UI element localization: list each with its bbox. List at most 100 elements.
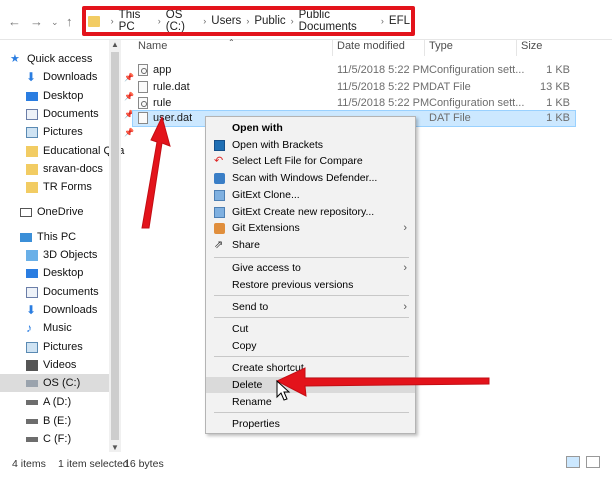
forward-arrow-icon[interactable]: → — [30, 14, 43, 29]
menu-item-open-with-header[interactable]: Open with — [206, 120, 415, 136]
nav-scrollbar[interactable]: ▲ ▼ — [109, 40, 121, 452]
column-header-size[interactable]: Size — [521, 40, 542, 56]
column-header-date[interactable]: Date modified — [337, 40, 405, 56]
menu-item-properties[interactable]: Properties — [206, 416, 415, 432]
nav-item-desktop[interactable]: Desktop 📌 — [26, 87, 134, 105]
column-header-name[interactable]: Name — [138, 40, 167, 56]
navigation-pane: ★ Quick access ⬇ Downloads 📌 Desktop 📌 D… — [0, 40, 134, 455]
nav-item-os-c[interactable]: OS (C:) — [0, 374, 110, 392]
nav-item-downloads-pc[interactable]: ⬇ Downloads — [26, 301, 97, 319]
scroll-down-icon[interactable]: ▼ — [111, 443, 119, 452]
menu-item-give-access[interactable]: Give access to › — [206, 260, 415, 276]
nav-label: 3D Objects — [43, 249, 98, 261]
nav-item-tr-forms[interactable]: TR Forms — [26, 178, 92, 196]
nav-label: OneDrive — [37, 206, 84, 218]
menu-item-send-to[interactable]: Send to › — [206, 299, 415, 315]
status-item-count: 4 items — [12, 458, 46, 470]
nav-item-c-f[interactable]: C (F:) — [26, 430, 71, 448]
menu-item-rename[interactable]: Rename — [206, 394, 415, 410]
menu-item-gitext-clone[interactable]: GitExt Clone... — [206, 187, 415, 203]
nav-label: TR Forms — [43, 181, 92, 193]
menu-item-copy[interactable]: Copy — [206, 338, 415, 354]
details-view-icon[interactable] — [566, 456, 580, 468]
nav-item-documents-pc[interactable]: Documents — [26, 283, 99, 301]
file-size: 1 KB — [546, 112, 570, 124]
nav-item-videos[interactable]: Videos — [26, 356, 76, 374]
scroll-up-icon[interactable]: ▲ — [111, 40, 119, 49]
folder-icon — [26, 163, 38, 175]
column-divider[interactable] — [332, 40, 333, 56]
nav-label: A (D:) — [43, 396, 72, 408]
large-icons-view-icon[interactable] — [586, 456, 600, 468]
nav-item-3d-objects[interactable]: 3D Objects — [26, 246, 97, 264]
drive-icon — [26, 418, 38, 424]
config-file-icon — [138, 64, 148, 76]
menu-item-restore-versions[interactable]: Restore previous versions — [206, 277, 415, 293]
nav-item-sravan-docs[interactable]: sravan-docs — [26, 160, 103, 178]
file-name: rule — [153, 97, 172, 109]
context-menu: Open with Open with Brackets ↶ Select Le… — [205, 116, 416, 434]
nav-label: Documents — [43, 108, 99, 120]
nav-item-pictures-pc[interactable]: Pictures — [26, 338, 83, 356]
file-type: DAT File — [429, 112, 471, 124]
chevron-right-icon: › — [403, 301, 407, 313]
column-divider[interactable] — [424, 40, 425, 56]
back-arrow-icon[interactable]: ← — [8, 14, 21, 29]
status-size: 16 bytes — [124, 458, 164, 470]
nav-onedrive[interactable]: OneDrive — [20, 203, 83, 221]
pin-icon[interactable]: 📌 — [124, 128, 134, 137]
menu-separator — [214, 317, 409, 318]
file-icon — [138, 81, 148, 93]
file-type: DAT File — [429, 81, 471, 93]
nav-item-documents[interactable]: Documents 📌 — [26, 105, 134, 123]
nav-item-music[interactable]: ♪ Music — [26, 319, 72, 337]
status-selected: 1 item selected — [58, 458, 129, 470]
menu-item-create-shortcut[interactable]: Create shortcut — [206, 360, 415, 376]
nav-label: C (F:) — [43, 433, 72, 445]
address-highlight-box — [82, 6, 415, 36]
scrollbar-thumb[interactable] — [111, 52, 119, 440]
chevron-right-icon: › — [403, 262, 407, 274]
nav-label: Downloads — [43, 304, 98, 316]
menu-item-open-with-brackets[interactable]: Open with Brackets — [206, 137, 415, 153]
menu-item-scan-defender[interactable]: Scan with Windows Defender... — [206, 170, 415, 186]
up-arrow-icon[interactable]: ↑ — [66, 14, 73, 29]
nav-label: Pictures — [43, 341, 83, 353]
recent-locations-chevron-icon[interactable]: ⌄ — [51, 17, 59, 28]
documents-icon — [26, 108, 38, 120]
nav-item-b-e[interactable]: B (E:) — [26, 412, 71, 430]
nav-label: Downloads — [43, 71, 98, 83]
nav-label: Pictures — [43, 126, 83, 138]
menu-item-git-extensions[interactable]: Git Extensions › — [206, 220, 415, 236]
pictures-icon — [26, 126, 38, 138]
address-bar: ← → ⌄ ↑ › This PC › OS (C:) › Users › Pu… — [0, 0, 612, 40]
menu-separator — [214, 356, 409, 357]
menu-item-delete[interactable]: Delete — [206, 377, 415, 393]
drive-icon — [26, 436, 38, 442]
gitext-icon — [214, 189, 225, 201]
file-type: Configuration sett... — [429, 64, 525, 76]
nav-label: Videos — [43, 359, 77, 371]
column-divider[interactable] — [516, 40, 517, 56]
nav-label: sravan-docs — [43, 163, 103, 175]
nav-label: Desktop — [43, 90, 84, 102]
menu-item-select-left-compare[interactable]: ↶ Select Left File for Compare — [206, 153, 415, 169]
file-row[interactable]: app 11/5/2018 5:22 PM Configuration sett… — [132, 62, 576, 79]
nav-item-downloads[interactable]: ⬇ Downloads 📌 — [26, 68, 134, 86]
nav-quick-access[interactable]: ★ Quick access — [10, 50, 92, 68]
nav-item-a-d[interactable]: A (D:) — [26, 393, 71, 411]
column-header-type[interactable]: Type — [429, 40, 453, 56]
menu-item-gitext-create-repo[interactable]: GitExt Create new repository... — [206, 204, 415, 220]
file-type: Configuration sett... — [429, 97, 525, 109]
file-size: 13 KB — [540, 81, 570, 93]
nav-item-pictures[interactable]: Pictures 📌 — [26, 123, 134, 141]
menu-item-cut[interactable]: Cut — [206, 321, 415, 337]
file-row[interactable]: rule.dat 11/5/2018 5:22 PM DAT File 13 K… — [132, 79, 576, 96]
nav-item-desktop-pc[interactable]: Desktop — [26, 264, 83, 282]
brackets-icon — [214, 139, 225, 151]
compare-icon: ↶ — [214, 154, 224, 167]
nav-this-pc[interactable]: This PC — [20, 228, 76, 246]
menu-item-share[interactable]: ⇗ Share — [206, 237, 415, 253]
status-bar: 4 items 1 item selected 16 bytes — [0, 454, 612, 479]
videos-icon — [26, 359, 38, 371]
